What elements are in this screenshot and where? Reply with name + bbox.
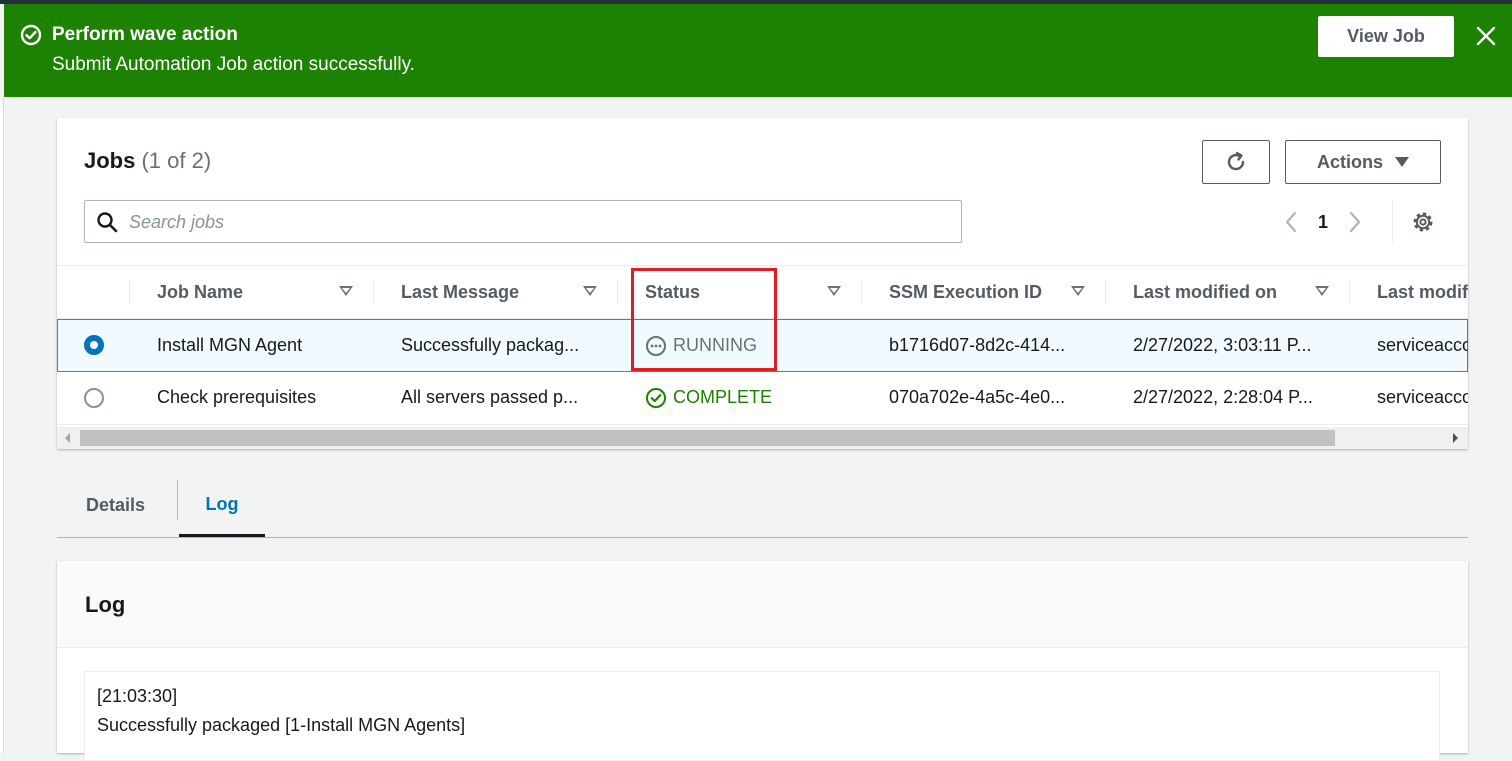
column-divider xyxy=(1349,280,1350,304)
flash-message: Submit Automation Job action successfull… xyxy=(52,54,415,75)
ssm-execution-id-cell: b1716d07-8d2c-414... xyxy=(889,335,1066,355)
close-icon[interactable] xyxy=(1474,24,1498,48)
column-label: Status xyxy=(645,281,701,302)
search-icon xyxy=(97,212,118,233)
actions-label: Actions xyxy=(1316,151,1383,172)
jobs-panel: Jobs (1 of 2) Actions 1 xyxy=(57,118,1468,449)
column-label: Last modified on xyxy=(1133,281,1277,302)
column-label: Last modifi xyxy=(1377,281,1468,302)
log-line: Successfully packaged [1-Install MGN Age… xyxy=(97,715,466,735)
job-name-cell: Check prerequisites xyxy=(157,387,317,407)
jobs-count: (1 of 2) xyxy=(141,148,212,173)
tab-details[interactable]: Details xyxy=(86,474,145,537)
search-input[interactable] xyxy=(127,207,947,237)
previous-page-button[interactable] xyxy=(1279,208,1303,236)
status-cell: COMPLETE xyxy=(645,372,772,423)
scrollbar-thumb[interactable] xyxy=(80,430,1335,446)
search-box[interactable] xyxy=(84,200,962,243)
chevron-right-icon xyxy=(1349,211,1361,233)
column-header-status[interactable]: Status xyxy=(645,266,845,318)
sort-icon[interactable] xyxy=(339,286,353,296)
status-running-icon xyxy=(646,335,666,356)
last-modified-on-cell: 2/27/2022, 2:28:04 P... xyxy=(1133,387,1313,407)
column-label: SSM Execution ID xyxy=(889,281,1043,302)
column-divider xyxy=(617,280,618,304)
actions-dropdown-button[interactable]: Actions xyxy=(1285,140,1441,184)
column-divider xyxy=(129,280,130,304)
status-complete-icon xyxy=(646,387,666,408)
detail-tabs: Details Log xyxy=(57,474,1468,538)
chevron-left-icon xyxy=(1285,211,1297,233)
current-page-number[interactable]: 1 xyxy=(1303,212,1343,233)
gear-icon[interactable] xyxy=(1410,209,1436,235)
refresh-icon xyxy=(1227,151,1245,171)
column-header-job-name[interactable]: Job Name xyxy=(157,266,357,318)
row-radio-selected[interactable] xyxy=(84,335,104,355)
check-circle-icon xyxy=(20,24,42,46)
last-message-cell: Successfully packag... xyxy=(401,335,580,355)
table-row[interactable]: Install MGN Agent Successfully packag...… xyxy=(57,319,1468,372)
column-divider xyxy=(373,280,374,304)
next-page-button[interactable] xyxy=(1343,208,1367,236)
status-text: RUNNING xyxy=(673,335,757,355)
column-divider xyxy=(861,280,862,304)
last-modified-on-cell: 2/27/2022, 3:03:11 P... xyxy=(1133,335,1312,355)
column-header-last-modified-by[interactable]: Last modifi xyxy=(1377,266,1468,318)
column-label: Job Name xyxy=(157,281,244,302)
log-title: Log xyxy=(85,592,126,617)
caret-down-icon xyxy=(1395,157,1409,167)
tab-log[interactable]: Log xyxy=(179,474,265,537)
sort-icon[interactable] xyxy=(827,286,841,296)
sort-icon[interactable] xyxy=(1071,286,1085,296)
log-output: [21:03:30] Successfully packaged [1-Inst… xyxy=(84,671,1440,761)
status-cell: RUNNING xyxy=(645,320,757,371)
last-modified-by-cell: serviceacco xyxy=(1377,387,1468,407)
success-flash-banner: Perform wave action Submit Automation Jo… xyxy=(4,4,1512,97)
pager-divider xyxy=(1392,200,1393,242)
row-radio[interactable] xyxy=(84,388,104,408)
sort-icon[interactable] xyxy=(583,286,597,296)
log-header: Log xyxy=(57,561,1468,648)
last-message-cell: All servers passed p... xyxy=(401,387,579,407)
column-divider xyxy=(1105,280,1106,304)
tab-divider xyxy=(177,480,178,520)
jobs-title: Jobs xyxy=(84,148,136,173)
last-modified-by-cell: serviceacco xyxy=(1377,335,1468,355)
refresh-button[interactable] xyxy=(1202,140,1270,184)
log-panel: Log [21:03:30] Successfully packaged [1-… xyxy=(57,561,1468,761)
column-header-last-message[interactable]: Last Message xyxy=(401,266,601,318)
jobs-heading: Jobs (1 of 2) xyxy=(84,148,211,174)
column-label: Last Message xyxy=(401,281,520,302)
scroll-right-icon[interactable] xyxy=(1453,433,1458,443)
sort-icon[interactable] xyxy=(1315,286,1329,296)
scroll-left-icon[interactable] xyxy=(65,433,70,443)
table-header: Job Name Last Message Status SSM Executi… xyxy=(57,265,1468,319)
log-line: [21:03:30] xyxy=(97,686,178,706)
column-header-last-modified-on[interactable]: Last modified on xyxy=(1133,266,1333,318)
pagination: 1 xyxy=(1279,208,1367,236)
job-name-cell: Install MGN Agent xyxy=(157,335,303,355)
flash-title: Perform wave action xyxy=(52,24,238,45)
column-header-ssm-execution-id[interactable]: SSM Execution ID xyxy=(889,266,1089,318)
status-text: COMPLETE xyxy=(673,387,773,407)
table-row[interactable]: Check prerequisites All servers passed p… xyxy=(57,372,1468,425)
horizontal-scrollbar[interactable] xyxy=(57,427,1468,449)
left-border xyxy=(0,97,4,753)
view-job-button[interactable]: View Job xyxy=(1318,16,1454,57)
ssm-execution-id-cell: 070a702e-4a5c-4e0... xyxy=(889,387,1066,407)
